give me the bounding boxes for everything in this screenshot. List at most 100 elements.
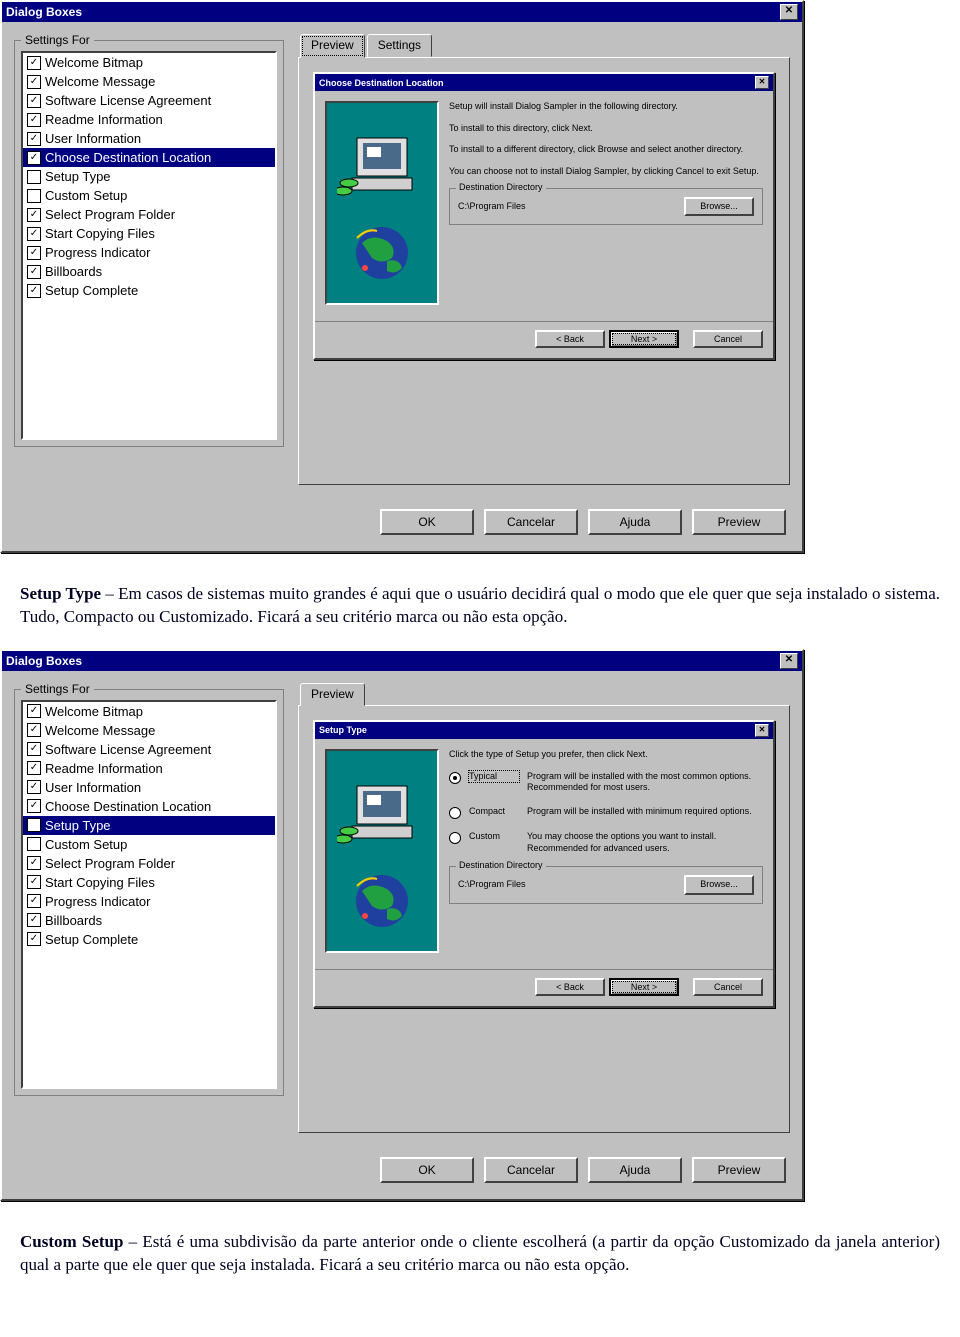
radio-label: Custom <box>469 831 519 843</box>
checkbox-icon[interactable]: ✓ <box>27 761 41 775</box>
list-item[interactable]: ✓ Readme Information <box>23 759 275 778</box>
cancel-button[interactable]: Cancelar <box>484 509 578 535</box>
setup-graphic <box>325 749 439 953</box>
preview-close-icon[interactable]: ✕ <box>755 76 769 89</box>
checkbox-icon[interactable]: ✓ <box>27 723 41 737</box>
help-button[interactable]: Ajuda <box>588 509 682 535</box>
list-item[interactable]: Setup Type <box>23 816 275 835</box>
close-icon[interactable]: ✕ <box>780 653 798 669</box>
checkbox-icon[interactable]: ✓ <box>27 780 41 794</box>
checkbox-icon[interactable]: ✓ <box>27 704 41 718</box>
list-item-label: Readme Information <box>45 761 163 776</box>
checkbox-icon[interactable] <box>27 837 41 851</box>
list-item[interactable]: ✓Setup Complete <box>23 281 275 300</box>
window-title: Dialog Boxes <box>6 654 780 668</box>
back-button[interactable]: < Back <box>535 978 605 996</box>
list-item[interactable]: ✓ Welcome Bitmap <box>23 702 275 721</box>
globe-icon <box>347 223 417 288</box>
cancel-button[interactable]: Cancel <box>693 330 763 348</box>
preview-text-1: Setup will install Dialog Sampler in the… <box>449 101 763 113</box>
help-button[interactable]: Ajuda <box>588 1157 682 1183</box>
list-item[interactable]: ✓Start Copying Files <box>23 873 275 892</box>
checkbox-icon[interactable] <box>27 189 41 203</box>
settings-for-group: Settings For ✓Welcome Bitmap✓Welcome Mes… <box>14 40 284 447</box>
tab-preview[interactable]: Preview <box>300 34 365 58</box>
list-item[interactable]: ✓Progress Indicator <box>23 892 275 911</box>
list-item[interactable]: Custom Setup <box>23 186 275 205</box>
list-item[interactable]: ✓Select Program Folder <box>23 205 275 224</box>
list-item[interactable]: ✓ Start Copying Files <box>23 224 275 243</box>
checkbox-icon[interactable]: ✓ <box>27 56 41 70</box>
list-item[interactable]: ✓Progress Indicator <box>23 243 275 262</box>
next-button[interactable]: Next > <box>609 330 679 348</box>
list-item[interactable]: ✓Select Program Folder <box>23 854 275 873</box>
checkbox-icon[interactable]: ✓ <box>27 284 41 298</box>
list-item-label: Start Copying Files <box>45 226 155 241</box>
list-item[interactable]: ✓Welcome Message <box>23 721 275 740</box>
checkbox-icon[interactable]: ✓ <box>27 875 41 889</box>
preview-button[interactable]: Preview <box>692 509 786 535</box>
browse-button[interactable]: Browse... <box>684 875 754 895</box>
checkbox-icon[interactable]: ✓ <box>27 246 41 260</box>
cancel-button[interactable]: Cancelar <box>484 1157 578 1183</box>
settings-listbox[interactable]: ✓ Welcome Bitmap ✓Welcome Message✓Software… <box>21 700 277 1089</box>
radio-option[interactable]: CompactProgram will be installed with mi… <box>449 806 763 819</box>
checkbox-icon[interactable]: ✓ <box>27 856 41 870</box>
checkbox-icon[interactable]: ✓ <box>27 894 41 908</box>
list-item[interactable]: Setup Type <box>23 167 275 186</box>
checkbox-icon[interactable]: ✓ <box>27 913 41 927</box>
list-item-label: Welcome Bitmap <box>45 704 143 719</box>
preview-window: Choose Destination Location ✕ <box>313 72 775 360</box>
back-button[interactable]: < Back <box>535 330 605 348</box>
checkbox-icon[interactable]: ✓ <box>27 113 41 127</box>
list-item[interactable]: ✓User Information <box>23 778 275 797</box>
list-item[interactable]: ✓Choose Destination Location <box>23 148 275 167</box>
list-item[interactable]: ✓Software License Agreement <box>23 740 275 759</box>
radio-option[interactable]: CustomYou may choose the options you wan… <box>449 831 763 854</box>
radio-icon[interactable] <box>449 807 461 819</box>
checkbox-icon[interactable]: ✓ <box>27 132 41 146</box>
tab-content: Choose Destination Location ✕ <box>298 57 790 485</box>
checkbox-icon[interactable]: ✓ <box>27 265 41 279</box>
preview-title: Choose Destination Location <box>319 78 755 88</box>
list-item[interactable]: ✓Billboards <box>23 911 275 930</box>
list-item[interactable]: ✓Choose Destination Location <box>23 797 275 816</box>
radio-option[interactable]: TypicalProgram will be installed with th… <box>449 771 763 794</box>
list-item[interactable]: ✓Welcome Message <box>23 72 275 91</box>
ok-button[interactable]: OK <box>380 509 474 535</box>
checkbox-icon[interactable]: ✓ <box>27 75 41 89</box>
settings-listbox[interactable]: ✓Welcome Bitmap✓Welcome Message✓Software… <box>21 51 277 440</box>
list-item[interactable]: ✓Welcome Bitmap <box>23 53 275 72</box>
browse-button[interactable]: Browse... <box>684 197 754 217</box>
checkbox-icon[interactable]: ✓ <box>27 208 41 222</box>
list-item[interactable]: Custom Setup <box>23 835 275 854</box>
titlebar[interactable]: Dialog Boxes ✕ <box>2 651 802 671</box>
list-item[interactable]: ✓Software License Agreement <box>23 91 275 110</box>
checkbox-icon[interactable]: ✓ <box>27 799 41 813</box>
ok-button[interactable]: OK <box>380 1157 474 1183</box>
cancel-button[interactable]: Cancel <box>693 978 763 996</box>
preview-text-4: You can choose not to install Dialog Sam… <box>449 166 763 178</box>
list-item[interactable]: ✓Billboards <box>23 262 275 281</box>
checkbox-icon[interactable]: ✓ <box>27 932 41 946</box>
checkbox-icon[interactable]: ✓ <box>27 94 41 108</box>
tab-settings[interactable]: Settings <box>367 34 432 57</box>
checkbox-icon[interactable]: ✓ <box>27 151 41 165</box>
list-item[interactable]: ✓Setup Complete <box>23 930 275 949</box>
radio-icon[interactable] <box>449 772 461 784</box>
preview-close-icon[interactable]: ✕ <box>755 724 769 737</box>
checkbox-icon[interactable] <box>27 170 41 184</box>
tab-preview[interactable]: Preview <box>300 683 365 706</box>
next-button[interactable]: Next > <box>609 978 679 996</box>
dialog-boxes-window-1: Dialog Boxes ✕ Settings For ✓Welcome Bit… <box>0 0 804 553</box>
checkbox-icon[interactable]: ✓ <box>27 227 41 241</box>
radio-icon[interactable] <box>449 832 461 844</box>
titlebar[interactable]: Dialog Boxes ✕ <box>2 2 802 22</box>
checkbox-icon[interactable]: ✓ <box>27 742 41 756</box>
preview-button[interactable]: Preview <box>692 1157 786 1183</box>
list-item[interactable]: ✓Readme Information <box>23 110 275 129</box>
list-item[interactable]: ✓User Information <box>23 129 275 148</box>
globe-icon <box>347 871 417 936</box>
checkbox-icon[interactable] <box>27 818 41 832</box>
close-icon[interactable]: ✕ <box>780 4 798 20</box>
